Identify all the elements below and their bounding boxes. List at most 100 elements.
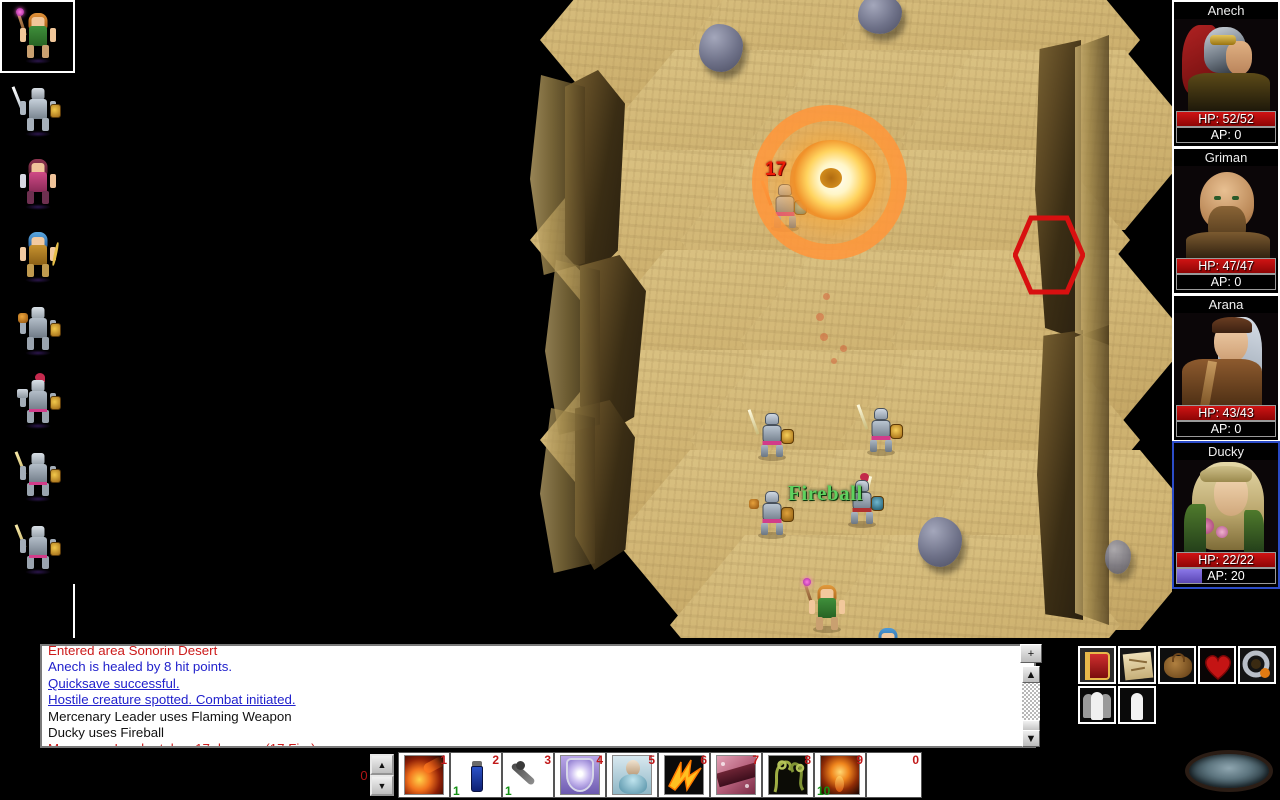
hotbar-key-9: 9: [856, 753, 863, 767]
hotbar-slot-2[interactable]: 2 1: [450, 752, 502, 798]
hotbar-up-button[interactable]: ▲: [370, 754, 394, 775]
unit-enemy-soldier-1[interactable]: [747, 409, 794, 461]
hotbar-slot-5[interactable]: 5: [606, 752, 658, 798]
party-name-anech: Anech: [1207, 3, 1245, 18]
log-expand-button[interactable]: +: [1020, 644, 1042, 663]
roster-slot-2[interactable]: [0, 73, 75, 146]
log-line-5: Mercenary Leader uses Flaming Weapon: [48, 708, 292, 724]
minimap-orb[interactable]: [1185, 750, 1273, 792]
hotbar-key-5: 5: [648, 753, 655, 767]
sprite-female-ranger-green: [15, 7, 58, 64]
gear-icon: [1242, 650, 1270, 678]
hotbar-key-0: 0: [912, 753, 919, 767]
spell-name-popup: Fireball: [788, 481, 863, 505]
sprite-knight-sword-shield: [11, 84, 61, 137]
message-log[interactable]: Entered area Sonorin Desert Anech is hea…: [40, 644, 1036, 748]
sprite-blue-hair-archer: [18, 230, 59, 283]
sprite-skeleton-sword-shield-2: [14, 522, 61, 575]
log-line-3[interactable]: Quicksave successful.: [48, 676, 1030, 692]
ember-4: [840, 345, 847, 352]
party-portrait-arana: [1174, 313, 1278, 405]
party-card-ducky[interactable]: Ducky HP: 22/22 AP: 20: [1172, 441, 1280, 589]
hotbar-slot-0[interactable]: 0: [866, 752, 922, 798]
party-hp-griman: HP: 47/47: [1176, 258, 1276, 274]
roster-slot-5[interactable]: [0, 292, 75, 365]
roster-slot-7[interactable]: [0, 438, 75, 511]
hotbar-key-7: 7: [752, 753, 759, 767]
log-line-1: Entered area Sonorin Desert: [48, 646, 218, 658]
entangle-vines-icon: [768, 755, 808, 795]
unit-enemy-soldier-2[interactable]: [856, 404, 903, 456]
ability-hotbar: 0 ▲ ▼ 1 2 1 3 1 4 5 6 7 8 9 10 0: [358, 752, 922, 798]
hotbar-page-arrows: ▲ ▼: [370, 754, 394, 796]
journal-button[interactable]: [1078, 646, 1116, 684]
log-scroll-up-button[interactable]: ▲: [1022, 666, 1040, 683]
hotbar-key-6: 6: [700, 753, 707, 767]
hotbar-slot-7[interactable]: 7: [710, 752, 762, 798]
target-hex-marker[interactable]: [1012, 215, 1086, 295]
battle-map[interactable]: 17 Fireball: [75, 0, 1172, 638]
log-scrollbar[interactable]: + ▲ ▼: [1020, 644, 1042, 748]
health-button[interactable]: [1198, 646, 1236, 684]
fireball-icon: [404, 755, 444, 795]
unit-ally-soldier-1[interactable]: [749, 489, 794, 539]
options-button[interactable]: [1238, 646, 1276, 684]
scroll-map-icon: [1122, 651, 1154, 681]
lightning-glyph: [668, 759, 702, 793]
hexagon-icon: [1012, 215, 1086, 295]
party-hp-ducky: HP: 22/22: [1176, 552, 1276, 568]
cliff-east-rim: [1075, 35, 1109, 345]
party-card-anech[interactable]: Anech HP: 52/52 AP: 0: [1172, 0, 1280, 148]
hotbar-slot-3[interactable]: 3 1: [502, 752, 554, 798]
wand-icon: [508, 755, 548, 795]
roster-slot-1[interactable]: [0, 0, 75, 73]
hotbar-qty-3: 1: [505, 784, 512, 798]
roster-slot-3[interactable]: [0, 146, 75, 219]
hotbar-qty-2: 1: [453, 784, 460, 798]
party-portrait-anech: [1174, 19, 1278, 111]
unit-ally-ranger-ducky[interactable]: [803, 578, 847, 633]
cliff-east-rim-2: [1075, 325, 1109, 625]
log-line-2: Anech is healed by 8 hit points.: [48, 659, 233, 675]
red-scroll-icon: [716, 755, 756, 795]
hotbar-key-4: 4: [596, 753, 603, 767]
party-view-button[interactable]: [1078, 686, 1116, 724]
party-ap-ducky: AP: 20: [1176, 568, 1276, 584]
hotbar-slot-8[interactable]: 8: [762, 752, 814, 798]
party-hp-anech: HP: 52/52: [1176, 111, 1276, 127]
party-panel: Anech HP: 52/52 AP: 0 Griman HP: 47/47 A…: [1172, 0, 1280, 640]
empty-slot: [874, 755, 914, 795]
party-card-griman[interactable]: Griman HP: 47/47 AP: 0: [1172, 147, 1280, 295]
game-window: 17 Fireball Anech HP: 52/52 AP: 0 Griman…: [0, 0, 1280, 800]
log-line-7: Mercenary Leader takes 17 damage (17 Fir…: [48, 741, 1030, 746]
party-portrait-griman: [1174, 166, 1278, 258]
party-ap-griman: AP: 0: [1176, 274, 1276, 290]
inventory-button[interactable]: [1158, 646, 1196, 684]
ember-3: [820, 333, 828, 341]
party-card-arana[interactable]: Arana HP: 43/43 AP: 0: [1172, 294, 1280, 442]
ember-5: [831, 358, 837, 364]
fireball-explosion: [790, 140, 876, 220]
roster-slot-8[interactable]: [0, 511, 75, 584]
hotbar-slot-6[interactable]: 6: [658, 752, 710, 798]
hotbar-slot-9[interactable]: 9 10: [814, 752, 866, 798]
sprite-plumed-knight-axe: [16, 372, 61, 429]
roster-slot-4[interactable]: [0, 219, 75, 292]
single-view-button[interactable]: [1118, 686, 1156, 724]
hotbar-down-button[interactable]: ▼: [370, 775, 394, 796]
log-scroll-down-button[interactable]: ▼: [1022, 730, 1040, 747]
unit-ally-partial-bottom[interactable]: [868, 626, 908, 638]
action-row-2: [1078, 686, 1278, 726]
party-portrait-ducky: [1174, 460, 1278, 552]
log-line-4[interactable]: Hostile creature spotted. Combat initiat…: [48, 692, 1030, 708]
hotbar-slot-4[interactable]: 4: [554, 752, 606, 798]
lightning-burst-icon: [664, 755, 704, 795]
roster-slot-6[interactable]: [0, 365, 75, 438]
log-line-6: Ducky uses Fireball: [48, 725, 165, 741]
hotbar-key-1: 1: [440, 753, 447, 767]
hotbar-slot-1[interactable]: 1: [398, 752, 450, 798]
map-button[interactable]: [1118, 646, 1156, 684]
single-person-icon: [1131, 693, 1143, 720]
sprite-skeleton-sword-shield: [14, 449, 61, 502]
party-ap-anech: AP: 0: [1176, 127, 1276, 143]
